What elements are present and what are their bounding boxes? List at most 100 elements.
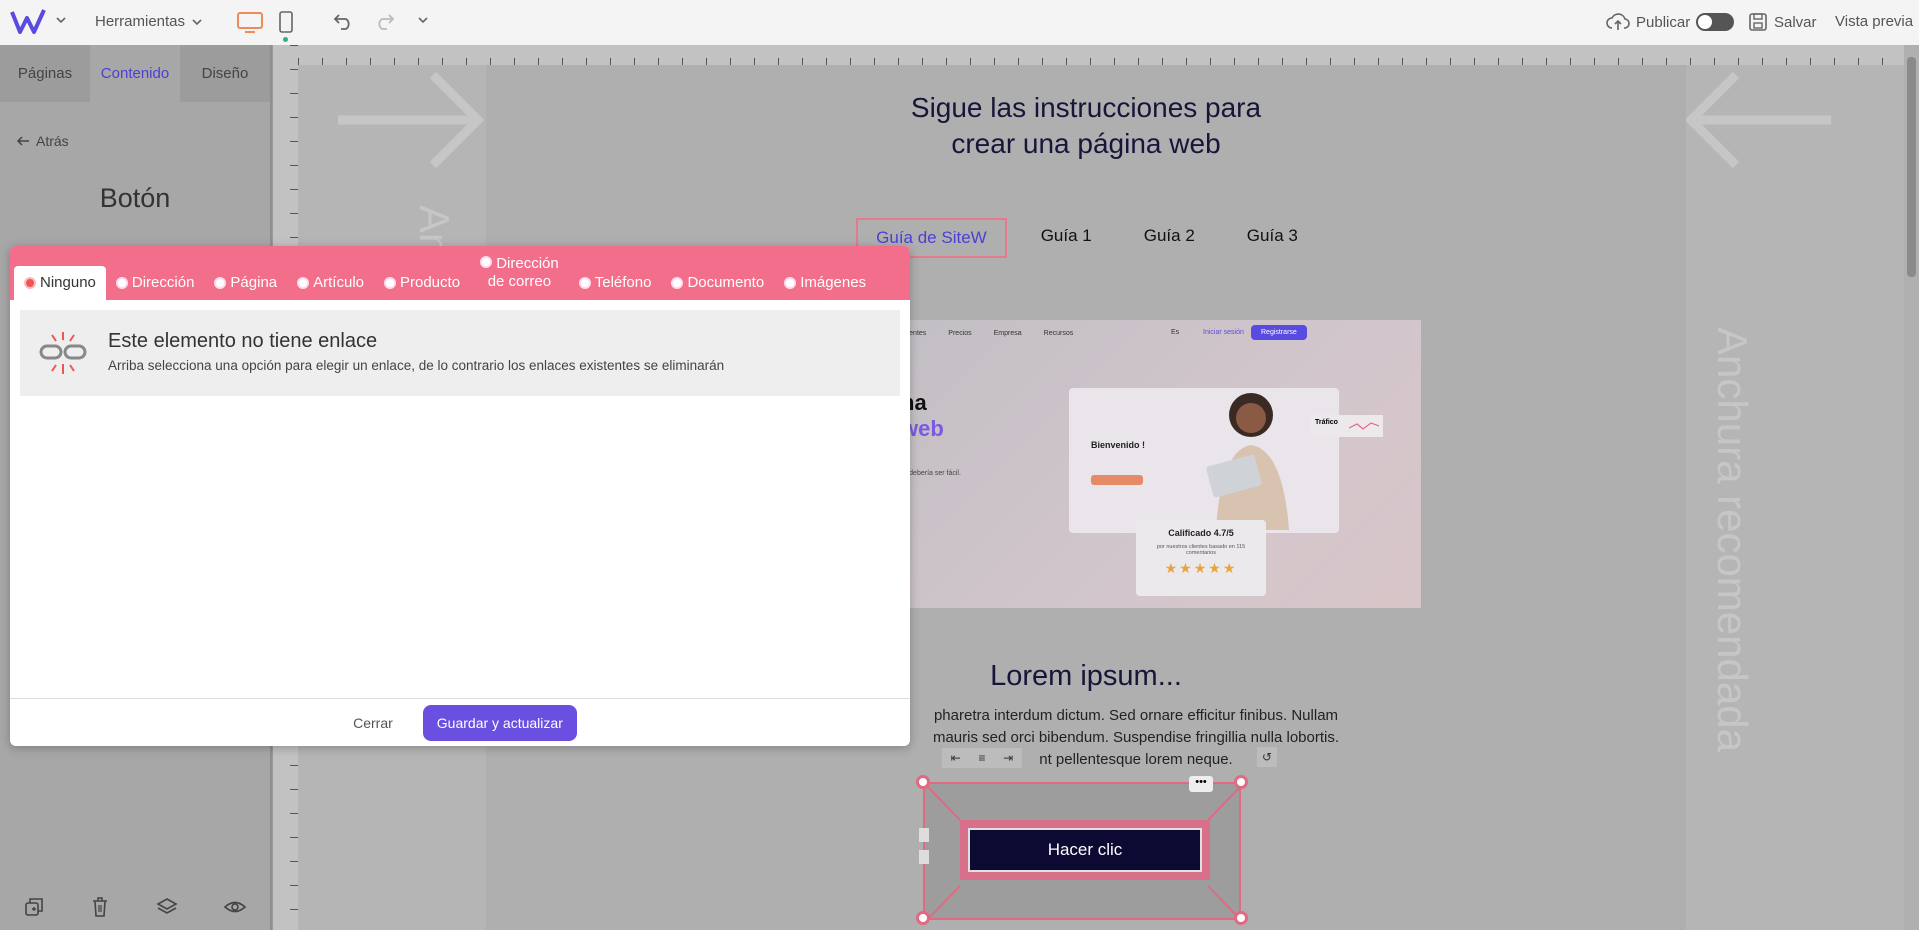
article-icon xyxy=(297,277,310,289)
resize-handle-bottom-right[interactable] xyxy=(1234,911,1248,925)
tab-content[interactable]: Contenido xyxy=(90,45,180,102)
button-element[interactable]: Hacer clic xyxy=(960,820,1210,880)
sitew-logo[interactable] xyxy=(10,8,46,40)
tab-label: Dirección xyxy=(496,255,559,272)
tab-document[interactable]: Documento xyxy=(661,266,774,300)
undo-icon xyxy=(333,14,350,30)
mobile-icon xyxy=(279,11,293,33)
resize-handle-bottom-left[interactable] xyxy=(916,911,930,925)
hero-cta-mock xyxy=(1091,475,1143,485)
drag-handle-icon[interactable] xyxy=(919,850,929,864)
nav-item-guia-3[interactable]: Guía 3 xyxy=(1229,218,1316,258)
notice-description: Arriba selecciona una opción para elegir… xyxy=(108,358,725,373)
tab-none[interactable]: Ninguno xyxy=(14,266,106,300)
back-label: Atrás xyxy=(36,133,69,149)
drag-handle-icon[interactable] xyxy=(919,828,929,842)
tab-email[interactable]: Dirección de correo xyxy=(470,246,569,300)
hero-rating-card: Calificado 4.7/5 por nuestros clientes b… xyxy=(1136,520,1266,596)
hero-register: Registrarse xyxy=(1251,325,1307,340)
scrollbar-thumb[interactable] xyxy=(1907,57,1916,277)
hero-image[interactable]: Clientes Precios Empresa Recursos Es Ini… xyxy=(901,320,1421,608)
save-button[interactable]: Salvar xyxy=(1748,12,1817,32)
align-center-icon[interactable]: ≡ xyxy=(978,751,985,765)
tab-label: Dirección xyxy=(131,274,195,291)
button-label: Hacer clic xyxy=(970,830,1200,870)
tools-menu[interactable]: Herramientas xyxy=(95,13,203,30)
hero-nav-company: Empresa xyxy=(993,330,1022,337)
tab-label: Documento xyxy=(687,274,765,291)
undo-button[interactable] xyxy=(333,11,355,31)
tab-page[interactable]: Página xyxy=(204,266,287,300)
resize-handle-top-left[interactable] xyxy=(916,775,930,789)
active-device-dot xyxy=(283,37,288,42)
publish-control[interactable]: Publicar xyxy=(1606,12,1735,32)
desktop-view-button[interactable] xyxy=(236,10,264,34)
tab-label: Página xyxy=(230,274,278,291)
page-headline[interactable]: Sigue las instrucciones para crear una p… xyxy=(486,90,1686,162)
image-icon xyxy=(784,277,797,289)
hero-person-illustration xyxy=(1191,380,1301,530)
dialog-footer: Cerrar Guardar y actualizar xyxy=(10,698,910,746)
top-bar: Herramientas Publicar Salvar Vista previ… xyxy=(0,0,1919,45)
mobile-view-button[interactable] xyxy=(278,10,294,34)
desktop-icon xyxy=(237,12,263,33)
notice-title: Este elemento no tiene enlace xyxy=(108,330,378,352)
layers-icon[interactable] xyxy=(156,896,178,923)
tools-label: Herramientas xyxy=(95,13,186,30)
horizontal-ruler xyxy=(298,45,1904,65)
align-right-icon[interactable]: ⇥ xyxy=(1003,751,1013,765)
tab-label: Imágenes xyxy=(800,274,867,291)
tab-address[interactable]: Dirección xyxy=(106,266,205,300)
nav-item-guia-2[interactable]: Guía 2 xyxy=(1126,218,1213,258)
trash-icon[interactable] xyxy=(90,896,110,923)
tab-phone[interactable]: Teléfono xyxy=(569,266,662,300)
tab-pages[interactable]: Páginas xyxy=(0,45,90,102)
eye-icon[interactable] xyxy=(223,898,247,921)
preview-button[interactable]: Vista previa xyxy=(1835,13,1913,30)
resize-handle-top-right[interactable] xyxy=(1234,775,1248,789)
sidebar-footer xyxy=(0,888,270,930)
none-icon xyxy=(24,277,36,289)
more-options-icon[interactable]: ••• xyxy=(1189,776,1213,792)
publish-toggle[interactable] xyxy=(1696,13,1735,31)
logo-menu-chevron-icon[interactable] xyxy=(55,14,67,26)
tab-product[interactable]: Producto xyxy=(374,266,470,300)
hero-lang: Es xyxy=(1171,329,1180,336)
arrow-left-large-icon xyxy=(1686,71,1831,169)
tab-design[interactable]: Diseño xyxy=(180,45,270,102)
right-margin-zone: Anchura recomendada xyxy=(1686,65,1904,930)
sidebar-title: Botón xyxy=(99,183,171,213)
vertical-scrollbar[interactable] xyxy=(1904,45,1919,930)
back-link[interactable]: Atrás xyxy=(16,133,69,149)
hero-traffic-card: Tráfico xyxy=(1311,415,1383,437)
duplicate-icon[interactable] xyxy=(23,896,45,923)
no-link-notice: Este elemento no tiene enlace Arriba sel… xyxy=(20,310,900,396)
selected-button-block[interactable]: Hacer clic ••• xyxy=(919,776,1243,922)
tab-label-line-2: de correo xyxy=(487,273,552,290)
lorem-line: pharetra interdum dictum. Sed ornare eff… xyxy=(933,707,1339,724)
hero-nav-prices: Precios xyxy=(948,330,972,337)
tab-label: Artículo xyxy=(313,274,364,291)
save-and-update-button[interactable]: Guardar y actualizar xyxy=(422,704,577,741)
right-margin-label: Anchura recomendada xyxy=(1709,327,1756,752)
history-menu-chevron-icon[interactable] xyxy=(417,14,429,26)
tab-label: Teléfono xyxy=(594,274,652,291)
redo-icon xyxy=(378,14,395,30)
reset-icon[interactable]: ↺ xyxy=(1257,747,1277,767)
close-button[interactable]: Cerrar xyxy=(343,709,403,737)
redo-button[interactable] xyxy=(373,11,395,31)
headline-line-2: crear una página web xyxy=(951,128,1221,159)
tab-images[interactable]: Imágenes xyxy=(774,266,876,300)
floppy-disk-icon xyxy=(1749,13,1767,31)
link-dialog: Ninguno Dirección Página Artículo Produc… xyxy=(10,246,910,746)
nav-item-guia-1[interactable]: Guía 1 xyxy=(1023,218,1110,258)
align-left-icon[interactable]: ⇤ xyxy=(951,751,961,765)
hero-traffic: Tráfico xyxy=(1315,419,1338,426)
hero-nav-resources: Recursos xyxy=(1043,330,1074,337)
tab-article[interactable]: Artículo xyxy=(287,266,374,300)
arrow-left-icon xyxy=(16,136,29,146)
save-label: Salvar xyxy=(1774,13,1817,31)
chevron-down-icon xyxy=(192,18,202,25)
hero-rating-sub: por nuestros clientes basado en 115 come… xyxy=(1156,544,1246,556)
product-icon xyxy=(384,277,396,289)
